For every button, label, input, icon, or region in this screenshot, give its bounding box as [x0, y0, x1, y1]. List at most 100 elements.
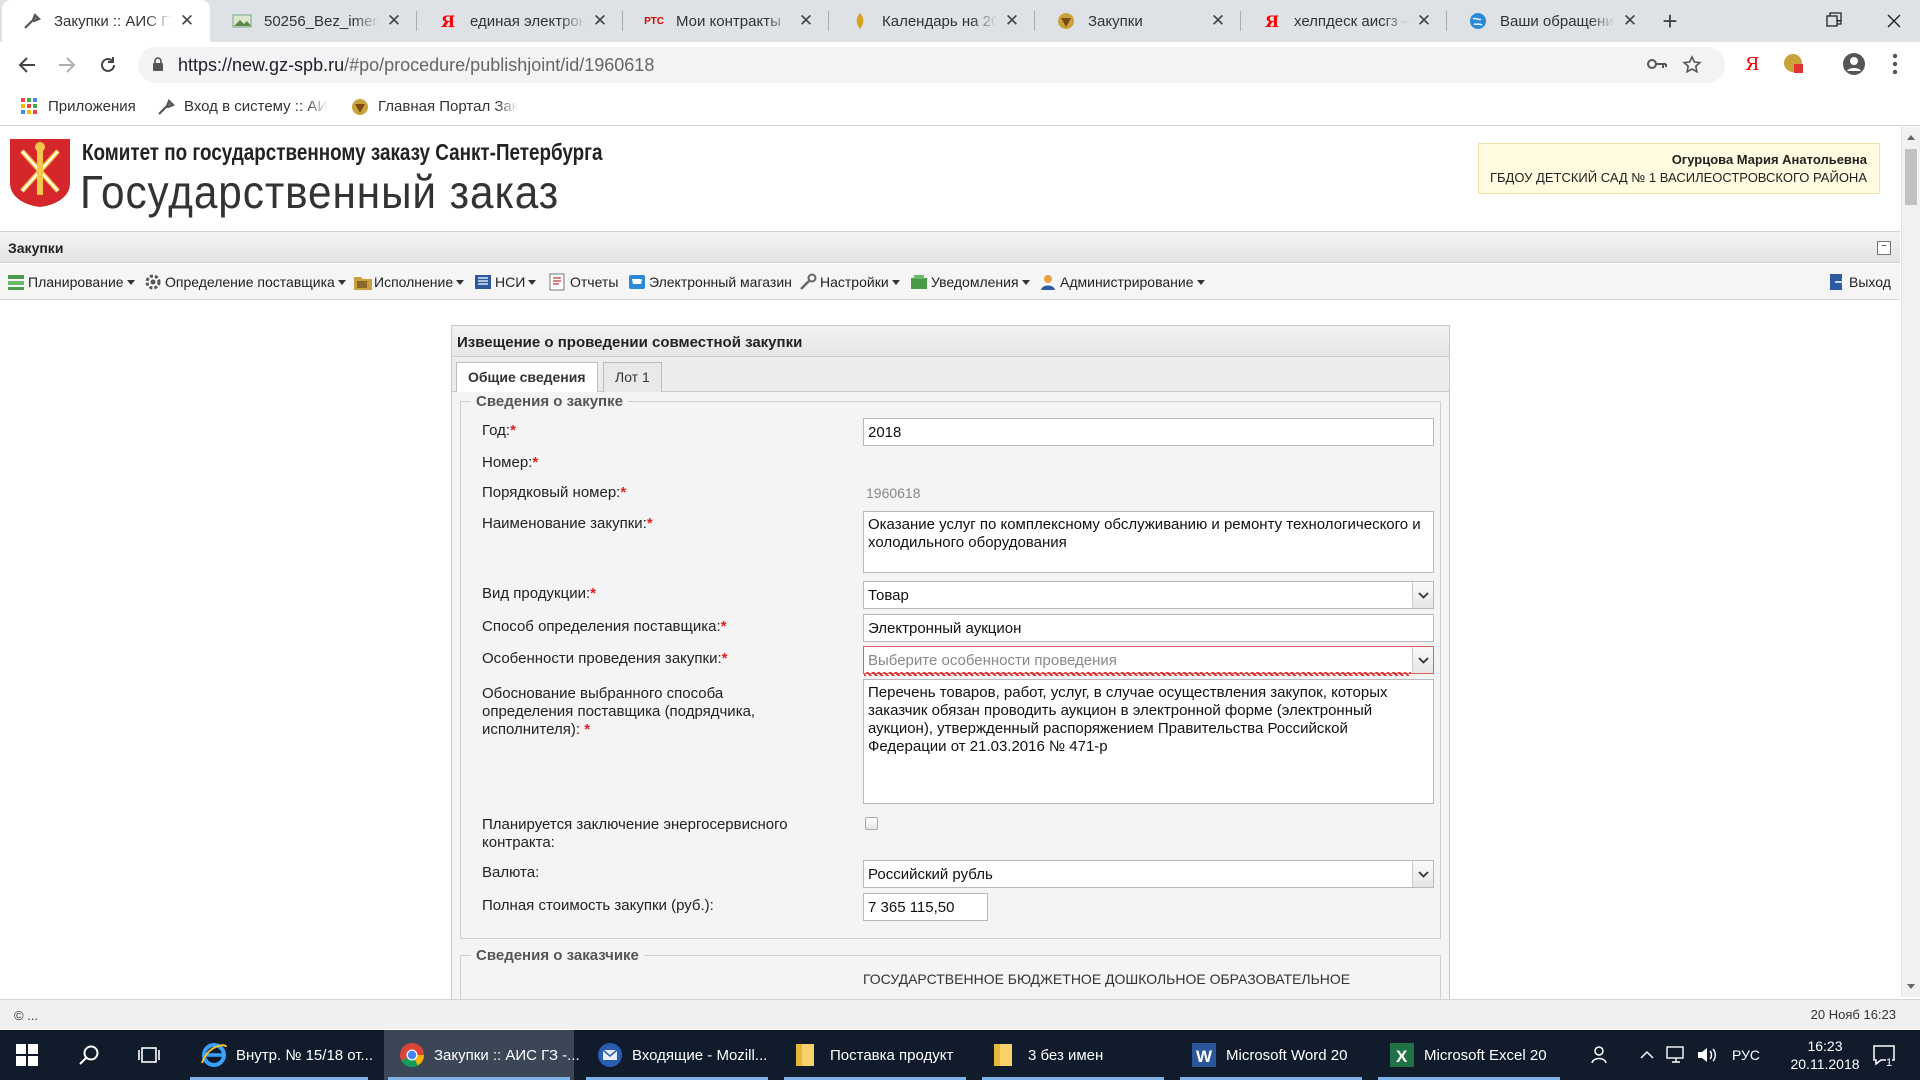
scroll-down-arrow[interactable]	[1907, 984, 1915, 989]
menu-reports[interactable]: Отчеты	[549, 273, 618, 291]
taskbar-item-word[interactable]: W Microsoft Word 20	[1176, 1030, 1366, 1080]
back-button[interactable]	[12, 50, 42, 80]
section-title: Сведения о закупке	[471, 393, 628, 410]
procurement-name-label: Наименование закупки:*	[482, 515, 653, 532]
browser-tab-image[interactable]: 50256_Bez_imeni ✕	[212, 0, 417, 42]
menu-supplier-selection[interactable]: Определение поставщика	[144, 273, 346, 291]
menu-label: Уведомления	[931, 274, 1019, 290]
close-icon[interactable]: ✕	[591, 11, 609, 31]
star-icon[interactable]	[1682, 55, 1702, 75]
close-icon[interactable]: ✕	[1415, 11, 1433, 31]
user-organization: ГБДОУ ДЕТСКИЙ САД № 1 ВАСИЛЕОСТРОВСКОГО …	[1489, 170, 1867, 185]
svg-text:W: W	[1196, 1047, 1213, 1066]
taskbar-item-excel[interactable]: X Microsoft Excel 20	[1374, 1030, 1564, 1080]
address-bar[interactable]: https://new.gz-spb.ru/#po/procedure/publ…	[138, 47, 1725, 83]
close-icon[interactable]: ✕	[1209, 11, 1227, 31]
taskbar-item-thunderbird[interactable]: Входящие - Mozill...	[582, 1030, 772, 1080]
collapse-button[interactable]: −	[1877, 241, 1891, 255]
clock[interactable]: 16:23 20.11.2018	[1775, 1030, 1875, 1080]
chevron-down-icon[interactable]	[1412, 582, 1433, 608]
logout-button[interactable]: Выход	[1828, 273, 1891, 291]
browser-tab-calendar[interactable]: Календарь на 201 ✕	[830, 0, 1035, 42]
bell-icon	[910, 273, 928, 291]
bookmark-portal[interactable]: Главная Портал Зак	[350, 97, 518, 115]
bookmark-label: Главная Портал Зак	[378, 97, 519, 115]
reload-button[interactable]	[93, 50, 123, 80]
tab-title: Календарь на 201	[882, 12, 997, 30]
justification-field[interactable]: Перечень товаров, работ, услуг, в случае…	[863, 679, 1434, 804]
browser-tab-zakupki[interactable]: Закупки ✕	[1036, 0, 1241, 42]
module-title: Закупки	[8, 240, 64, 256]
close-icon[interactable]: ✕	[178, 11, 196, 31]
calendar-icon	[850, 11, 870, 31]
menu-notifications[interactable]: Уведомления	[910, 273, 1030, 291]
energy-contract-checkbox[interactable]	[865, 817, 878, 830]
search-icon[interactable]	[78, 1030, 100, 1080]
key-icon[interactable]	[1647, 57, 1667, 71]
select-placeholder: Выберите особенности проведения	[868, 652, 1117, 669]
close-icon[interactable]: ✕	[797, 11, 815, 31]
close-icon[interactable]: ✕	[385, 11, 403, 31]
tray-expand-icon[interactable]	[1640, 1030, 1654, 1080]
more-menu-icon[interactable]	[1892, 53, 1898, 75]
notifications-icon[interactable]: 1	[1872, 1030, 1896, 1080]
product-type-select[interactable]: Товар	[863, 581, 1434, 609]
bookmark-login[interactable]: Вход в систему :: АИ	[156, 97, 328, 115]
close-window-button[interactable]	[1864, 0, 1920, 42]
scrollbar-thumb[interactable]	[1905, 149, 1917, 205]
menu-e-shop[interactable]: Электронный магазин	[628, 273, 792, 291]
network-icon[interactable]	[1666, 1030, 1688, 1080]
procurement-name-field[interactable]: Оказание услуг по комплексному обслужива…	[863, 511, 1434, 573]
language-indicator[interactable]: РУС	[1732, 1030, 1760, 1080]
planning-icon	[7, 273, 25, 291]
year-field[interactable]: 2018	[863, 418, 1434, 446]
copyright-text: © ...	[14, 1008, 39, 1023]
image-icon	[232, 11, 252, 31]
forward-button[interactable]	[52, 50, 82, 80]
features-label: Особенности проведения закупки:*	[482, 650, 728, 667]
taskbar-item-folder-1[interactable]: Поставка продукт	[780, 1030, 970, 1080]
taskbar-item-folder-2[interactable]: 3 без имен	[978, 1030, 1168, 1080]
page-scrollbar[interactable]	[1901, 127, 1920, 997]
menu-execution[interactable]: Исполнение	[353, 273, 465, 291]
people-icon[interactable]	[1590, 1030, 1610, 1080]
chevron-down-icon[interactable]	[1412, 647, 1433, 673]
volume-icon[interactable]	[1696, 1030, 1718, 1080]
yandex-extension-icon[interactable]: Я	[1745, 54, 1760, 75]
close-icon[interactable]: ✕	[1621, 11, 1639, 31]
extension-emblem-icon[interactable]	[1782, 52, 1804, 74]
menu-nsi[interactable]: НСИ	[474, 273, 537, 291]
bookmark-apps[interactable]: Приложения	[20, 97, 136, 115]
menu-label: Администрирование	[1060, 274, 1194, 290]
supplier-method-field[interactable]: Электронный аукцион	[863, 614, 1434, 642]
tab-title: единая электрон	[470, 12, 585, 30]
profile-icon[interactable]	[1842, 52, 1866, 76]
currency-select[interactable]: Российский рубль	[863, 860, 1434, 888]
tab-lot-1[interactable]: Лот 1	[603, 362, 662, 392]
browser-tab-zakupki-ais[interactable]: Закупки :: АИС ГЗ ✕	[2, 0, 210, 42]
status-datetime: 20 Нояб 16:23	[1810, 1007, 1896, 1022]
menu-administration[interactable]: Администрирование	[1039, 273, 1205, 291]
restore-button[interactable]	[1826, 12, 1842, 28]
taskbar-item-chrome[interactable]: Закупки :: АИС ГЗ -...	[384, 1030, 580, 1080]
task-view-icon[interactable]	[138, 1030, 160, 1080]
browser-tab-yandex-2[interactable]: Я хелпдеск аисгз — ✕	[1242, 0, 1447, 42]
chevron-down-icon[interactable]	[1412, 861, 1433, 887]
selected-value: Товар	[868, 587, 909, 604]
start-button[interactable]	[16, 1030, 38, 1080]
total-cost-field[interactable]: 7 365 115,50	[863, 893, 988, 921]
browser-tab-rts[interactable]: РТС Мои контракты ✕	[624, 0, 829, 42]
taskbar-label: Microsoft Word 20	[1226, 1046, 1348, 1064]
browser-tab-requests[interactable]: Ваши обращения ✕	[1448, 0, 1653, 42]
menu-settings[interactable]: Настройки	[799, 273, 900, 291]
total-cost-label: Полная стоимость закупки (руб.):	[482, 897, 714, 914]
new-tab-button[interactable]: +	[1655, 6, 1685, 36]
tab-general-info[interactable]: Общие сведения	[456, 362, 598, 393]
menu-planning[interactable]: Планирование	[7, 273, 135, 291]
scroll-up-arrow[interactable]	[1907, 135, 1915, 140]
close-icon[interactable]: ✕	[1003, 11, 1021, 31]
browser-tab-yandex-1[interactable]: Я единая электрон ✕	[418, 0, 623, 42]
taskbar-item-ie[interactable]: Внутр. № 15/18 от...	[186, 1030, 373, 1080]
features-select[interactable]: Выберите особенности проведения	[863, 646, 1434, 676]
tools-icon	[156, 97, 175, 115]
